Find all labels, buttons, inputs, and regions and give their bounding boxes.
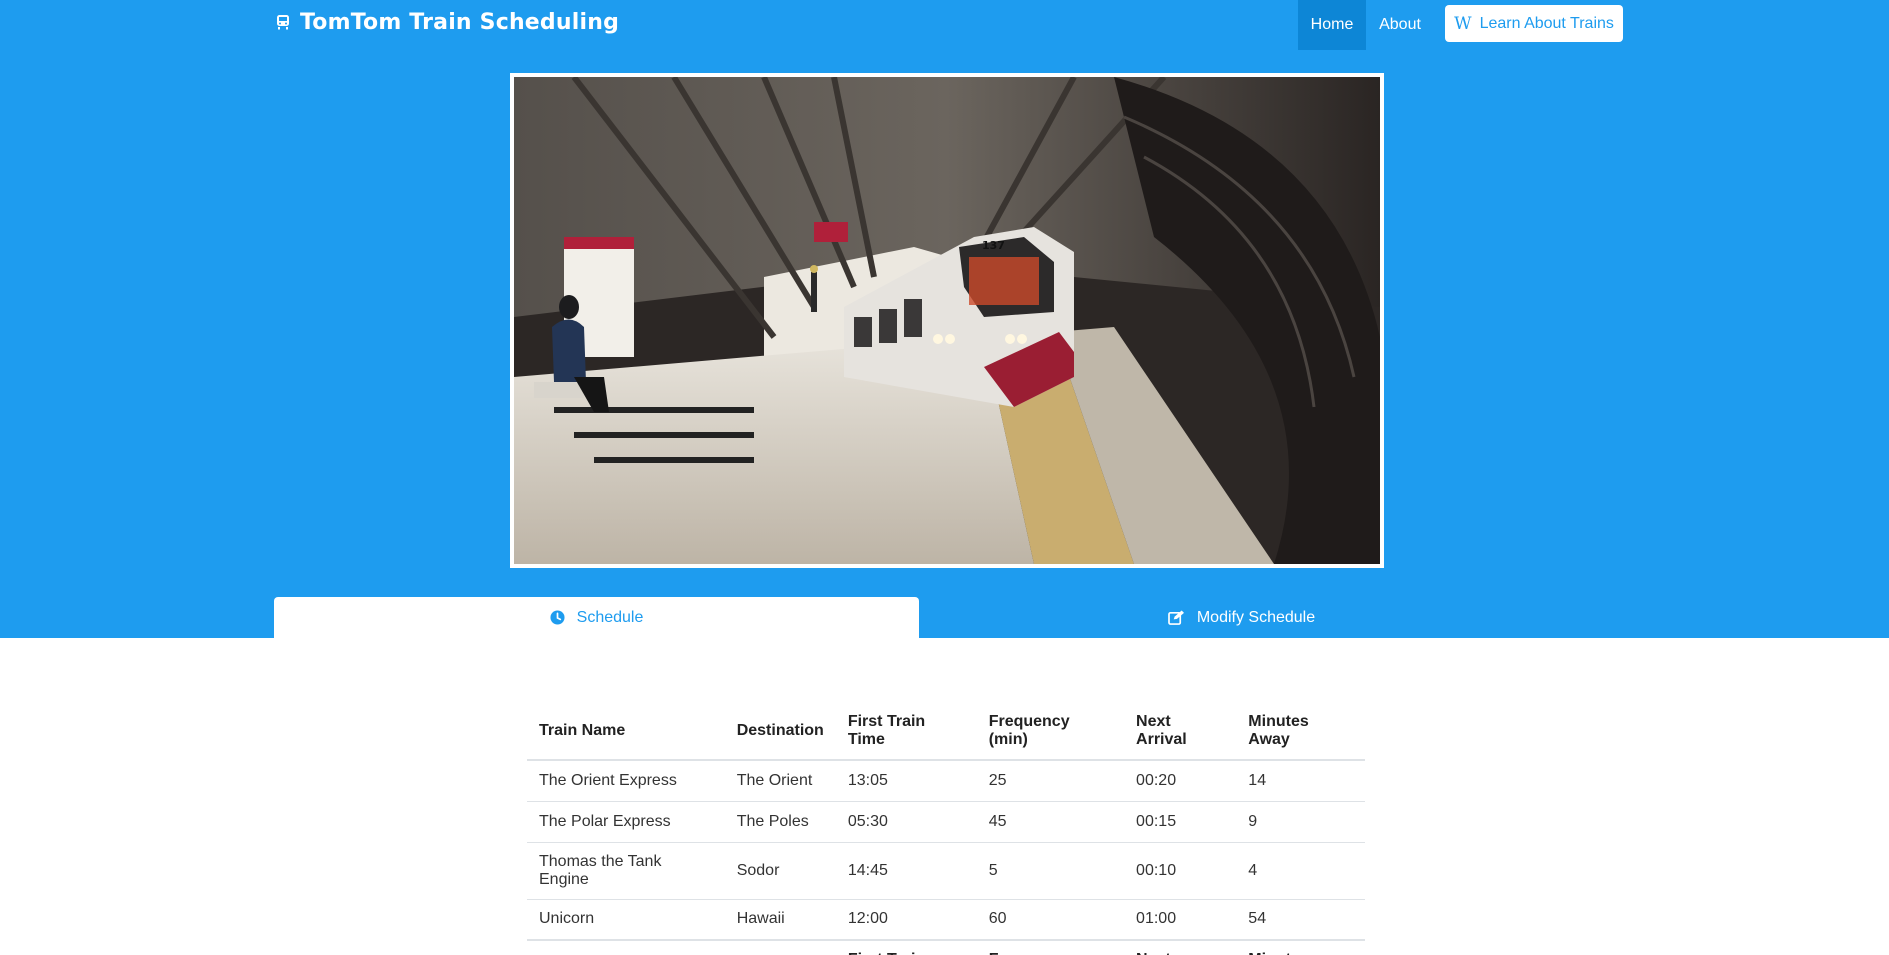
cell-first-train-time: 14:45 xyxy=(835,841,977,899)
train-number: 137 xyxy=(982,239,1005,252)
cell-first-train-time: 05:30 xyxy=(835,800,977,842)
cell-destination: Sodor xyxy=(724,841,836,899)
footer-header-next-arrival: Next Arrival xyxy=(1124,939,1237,955)
table-footer-row: Train Name Destination First Train Time … xyxy=(527,939,1365,955)
cell-train-name: Thomas the Tank Engine xyxy=(527,841,725,899)
cell-next-arrival: 00:10 xyxy=(1124,841,1237,899)
cell-next-arrival: 00:20 xyxy=(1124,759,1237,801)
table-row: Thomas the Tank Engine Sodor 14:45 5 00:… xyxy=(527,841,1365,899)
cell-first-train-time: 13:05 xyxy=(835,759,977,801)
cell-next-arrival: 01:00 xyxy=(1124,898,1237,940)
cell-frequency: 60 xyxy=(976,898,1125,940)
nav-home[interactable]: Home xyxy=(1298,0,1366,50)
hero-photo-frame: 137 xyxy=(510,73,1384,568)
cell-destination: The Poles xyxy=(724,800,836,842)
column-header-train-name: Train Name xyxy=(527,703,725,761)
tab-modify-schedule[interactable]: Modify Schedule xyxy=(919,597,1564,638)
footer-header-destination: Destination xyxy=(724,939,836,955)
table-header-row: Train Name Destination First Train Time … xyxy=(527,703,1365,761)
train-station-photo: 137 xyxy=(514,77,1380,564)
footer-header-train-name: Train Name xyxy=(527,939,725,955)
nav-about[interactable]: About xyxy=(1366,0,1434,50)
column-header-destination: Destination xyxy=(724,703,836,761)
cell-train-name: Unicorn xyxy=(527,898,725,940)
cell-frequency: 25 xyxy=(976,759,1125,801)
column-header-next-arrival: Next Arrival xyxy=(1124,703,1237,761)
learn-about-trains-label: Learn About Trains xyxy=(1479,14,1614,32)
clock-icon xyxy=(550,610,565,625)
cell-train-name: The Orient Express xyxy=(527,759,725,801)
cell-minutes-away: 9 xyxy=(1236,800,1365,842)
cell-destination: Hawaii xyxy=(724,898,836,940)
table-row: Unicorn Hawaii 12:00 60 01:00 54 xyxy=(527,898,1365,940)
cell-next-arrival: 00:15 xyxy=(1124,800,1237,842)
tab-schedule-label: Schedule xyxy=(576,608,644,626)
cell-destination: The Orient xyxy=(724,759,836,801)
cell-frequency: 5 xyxy=(976,841,1125,899)
brand-title: TomTom Train Scheduling xyxy=(300,9,620,35)
cell-train-name: The Polar Express xyxy=(527,800,725,842)
train-schedule-table: Train Name Destination First Train Time … xyxy=(527,703,1365,955)
learn-about-trains-button[interactable]: W Learn About Trains xyxy=(1445,5,1623,42)
column-header-frequency: Frequency (min) xyxy=(976,703,1125,761)
table-row: The Orient Express The Orient 13:05 25 0… xyxy=(527,759,1365,801)
train-icon xyxy=(277,15,289,30)
cell-minutes-away: 14 xyxy=(1236,759,1365,801)
cell-minutes-away: 54 xyxy=(1236,898,1365,940)
edit-icon xyxy=(1168,610,1184,625)
tab-modify-schedule-label: Modify Schedule xyxy=(1196,608,1316,626)
column-header-minutes-away: Minutes Away xyxy=(1236,703,1365,761)
wikipedia-icon: W xyxy=(1454,13,1472,34)
cell-first-train-time: 12:00 xyxy=(835,898,977,940)
table-row: The Polar Express The Poles 05:30 45 00:… xyxy=(527,800,1365,842)
brand[interactable]: TomTom Train Scheduling xyxy=(274,8,619,36)
column-header-first-train-time: First Train Time xyxy=(835,703,977,761)
tab-schedule[interactable]: Schedule xyxy=(274,597,919,638)
footer-header-first-train-time: First Train Time xyxy=(835,939,977,955)
footer-header-minutes-away: Minutes Away xyxy=(1236,939,1365,955)
platform-sign xyxy=(814,222,848,242)
train-station-illustration: 137 xyxy=(514,77,1380,564)
footer-header-frequency: Frequency (min) xyxy=(976,939,1125,955)
cell-minutes-away: 4 xyxy=(1236,841,1365,899)
cell-frequency: 45 xyxy=(976,800,1125,842)
